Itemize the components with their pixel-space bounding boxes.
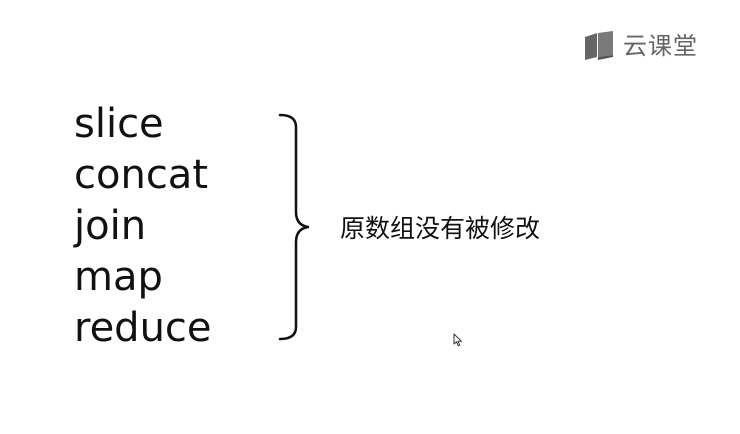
method-item: concat [74,152,209,198]
brand-name: 云课堂 [623,32,698,60]
method-item: map [74,254,163,300]
book-icon [585,31,613,60]
mouse-cursor-icon [453,333,462,347]
array-method-list: slice concat join map reduce [74,99,212,354]
method-item: join [74,203,147,249]
method-item: slice [74,101,164,147]
note-text: 原数组没有被修改 [340,214,541,243]
right-curly-brace [278,113,310,341]
brand-logo: 云课堂 [583,30,698,62]
method-item: reduce [74,305,212,351]
